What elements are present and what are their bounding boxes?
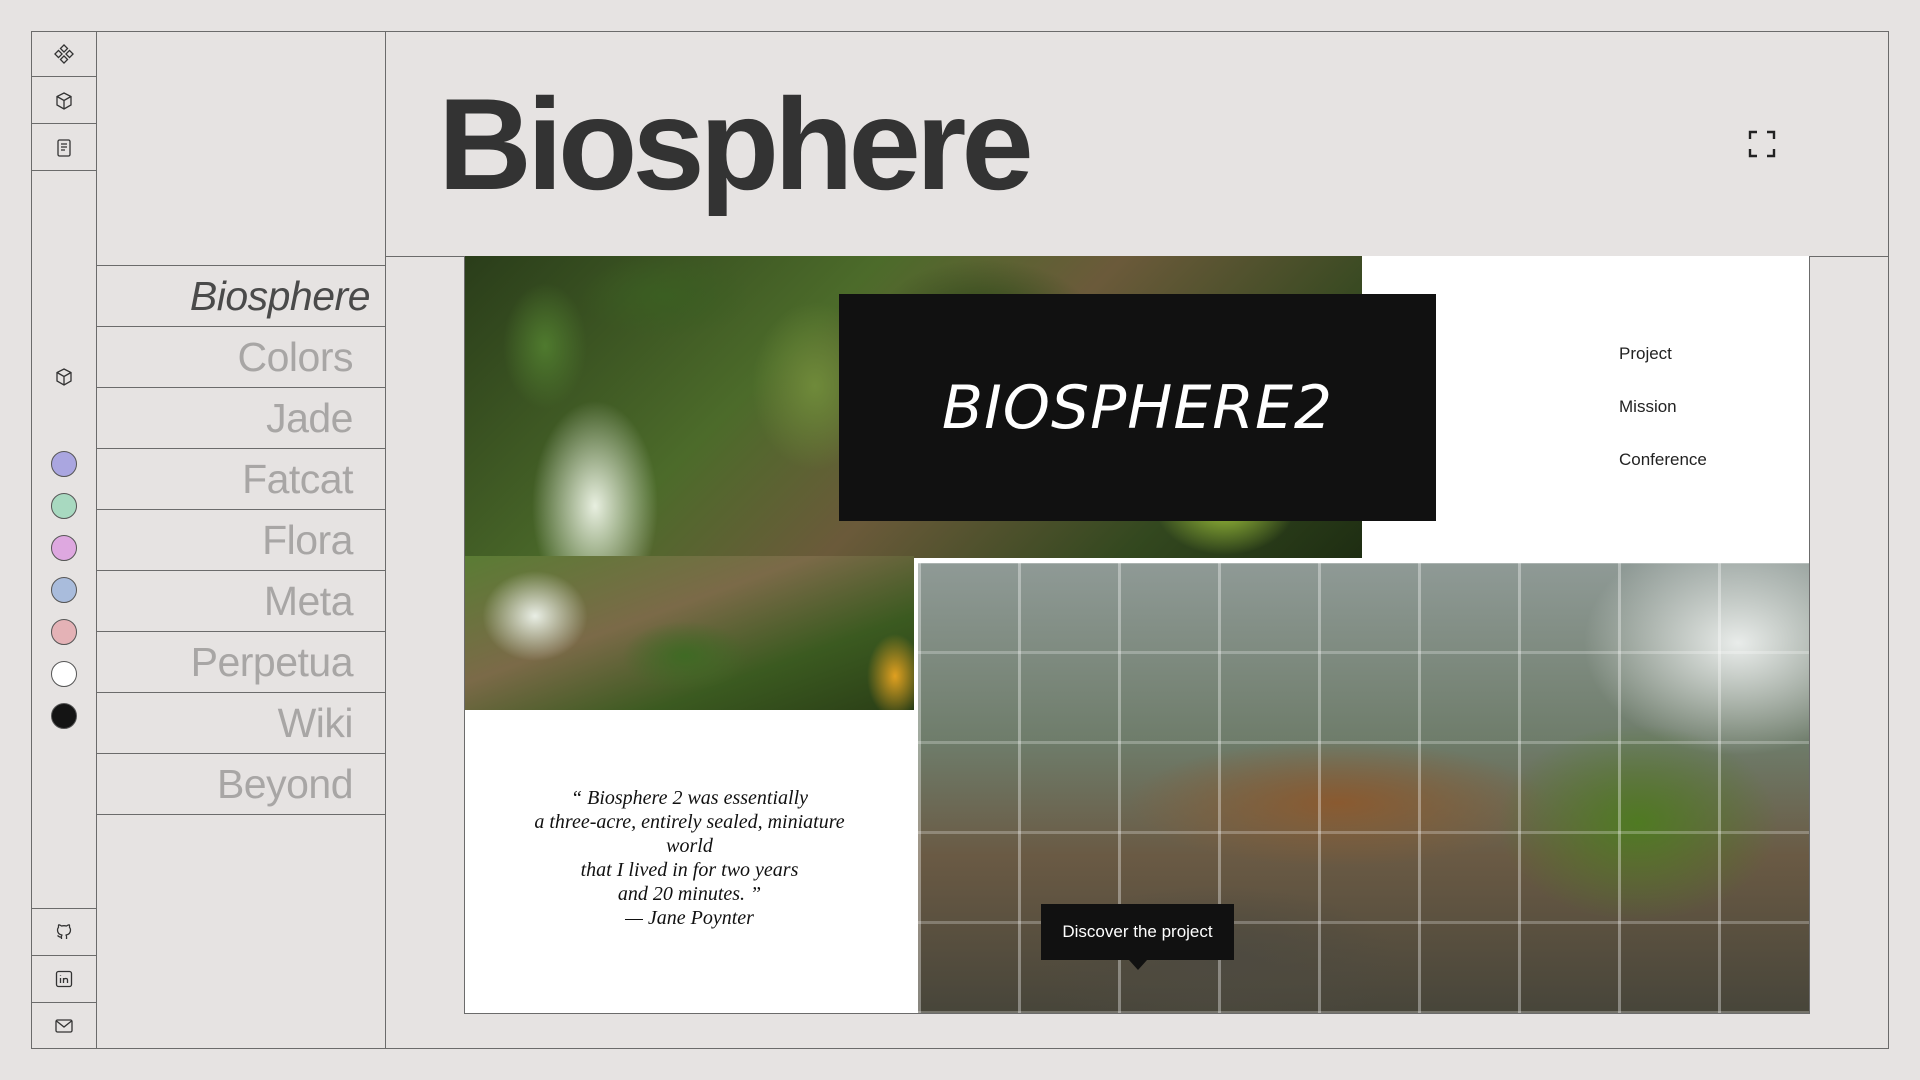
nav-item-perpetua[interactable]: Perpetua bbox=[97, 632, 385, 693]
quote-line: a three-acre, entirely sealed, miniature bbox=[534, 811, 845, 833]
color-swatch[interactable] bbox=[51, 493, 77, 519]
grid-icon[interactable] bbox=[31, 31, 96, 77]
nav-item-biosphere[interactable]: Biosphere bbox=[97, 266, 385, 327]
jungle-photo-lower bbox=[465, 556, 914, 710]
nav-item-jade[interactable]: Jade bbox=[97, 388, 385, 449]
discover-project-button[interactable]: Discover the project bbox=[1041, 904, 1234, 970]
link-mission[interactable]: Mission bbox=[1619, 397, 1707, 417]
card-links: Project Mission Conference bbox=[1619, 344, 1707, 503]
icon-rail bbox=[31, 31, 97, 1049]
quote-line: “ Biosphere 2 was essentially bbox=[570, 787, 809, 809]
project-card: BIOSPHERE2 Project Mission Conference “ Bi… bbox=[464, 256, 1810, 1014]
fullscreen-icon[interactable] bbox=[1747, 129, 1777, 159]
link-project[interactable]: Project bbox=[1619, 344, 1707, 364]
cube-icon[interactable] bbox=[31, 78, 96, 124]
quote-line: world bbox=[666, 835, 713, 857]
nav-item-meta[interactable]: Meta bbox=[97, 571, 385, 632]
color-swatch[interactable] bbox=[51, 703, 77, 729]
document-icon[interactable] bbox=[31, 125, 96, 171]
quote: “ Biosphere 2 was essentially a three-acr… bbox=[465, 786, 914, 930]
brand-title: BIOSPHERE2 bbox=[941, 372, 1334, 443]
page-title: Biosphere bbox=[438, 71, 1034, 217]
quote-line: and 20 minutes. ” bbox=[617, 883, 762, 905]
nav-item-wiki[interactable]: Wiki bbox=[97, 693, 385, 754]
brand-block: BIOSPHERE2 bbox=[839, 294, 1436, 521]
color-swatch[interactable] bbox=[51, 535, 77, 561]
linkedin-icon[interactable] bbox=[31, 955, 96, 1001]
color-swatch[interactable] bbox=[51, 619, 77, 645]
quote-line: that I lived in for two years bbox=[580, 859, 799, 881]
nav-item-colors[interactable]: Colors bbox=[97, 327, 385, 388]
nav-item-beyond[interactable]: Beyond bbox=[97, 754, 385, 815]
color-swatch[interactable] bbox=[51, 577, 77, 603]
nav-item-fatcat[interactable]: Fatcat bbox=[97, 449, 385, 510]
nav-item-flora[interactable]: Flora bbox=[97, 510, 385, 571]
page-header: Biosphere bbox=[386, 31, 1888, 257]
quote-line: — Jane Poynter bbox=[625, 907, 754, 929]
mail-icon[interactable] bbox=[31, 1002, 96, 1048]
nav-list: Biosphere Colors Jade Fatcat Flora Meta Perpet… bbox=[97, 265, 385, 815]
cube-icon[interactable] bbox=[31, 362, 96, 392]
color-swatch[interactable] bbox=[51, 451, 77, 477]
github-icon[interactable] bbox=[31, 908, 96, 954]
color-swatch[interactable] bbox=[51, 661, 77, 687]
link-conference[interactable]: Conference bbox=[1619, 450, 1707, 470]
nav-column: Biosphere Colors Jade Fatcat Flora Meta Perpet… bbox=[97, 31, 386, 1049]
